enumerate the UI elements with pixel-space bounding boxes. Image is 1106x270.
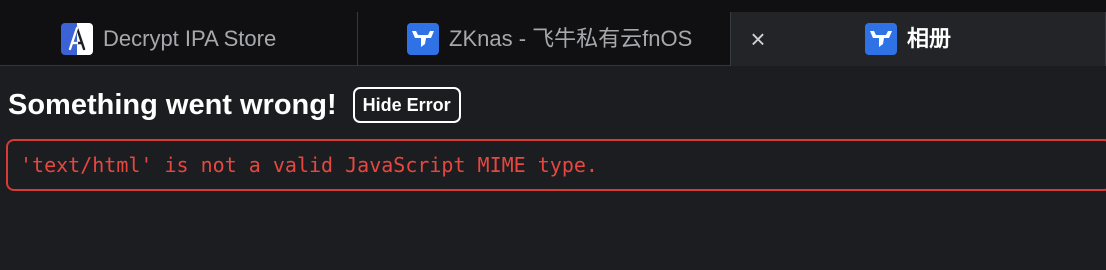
tab-title: 相册: [907, 26, 952, 51]
tab-bar: Decrypt IPA Store ZKnas - 飞牛私有云fnOS × 相册: [0, 0, 1106, 66]
tab-title: ZKnas - 飞牛私有云fnOS: [449, 26, 693, 51]
error-message: 'text/html' is not a valid JavaScript MI…: [20, 153, 598, 177]
tab-content: ZKnas - 飞牛私有云fnOS: [407, 12, 692, 66]
tab-zknas[interactable]: ZKnas - 飞牛私有云fnOS: [359, 12, 730, 66]
decrypt-ipa-app-icon: [61, 23, 93, 55]
error-title: Something went wrong!: [8, 88, 337, 121]
tab-title: Decrypt IPA Store: [103, 26, 277, 51]
tab-content: 相册: [865, 12, 951, 66]
close-tab-icon[interactable]: ×: [741, 22, 775, 56]
error-message-box: 'text/html' is not a valid JavaScript MI…: [6, 139, 1106, 191]
tab-photo-album[interactable]: × 相册: [730, 12, 1106, 66]
tab-decrypt-ipa-store[interactable]: Decrypt IPA Store: [0, 12, 358, 66]
fnos-bull-icon: [407, 23, 439, 55]
tab-content: Decrypt IPA Store: [61, 12, 276, 66]
page-content: Something went wrong! Hide Error 'text/h…: [0, 67, 1106, 270]
hide-error-button[interactable]: Hide Error: [352, 87, 461, 123]
fnos-bull-icon: [865, 23, 897, 55]
error-header: Something went wrong! Hide Error: [8, 87, 461, 123]
